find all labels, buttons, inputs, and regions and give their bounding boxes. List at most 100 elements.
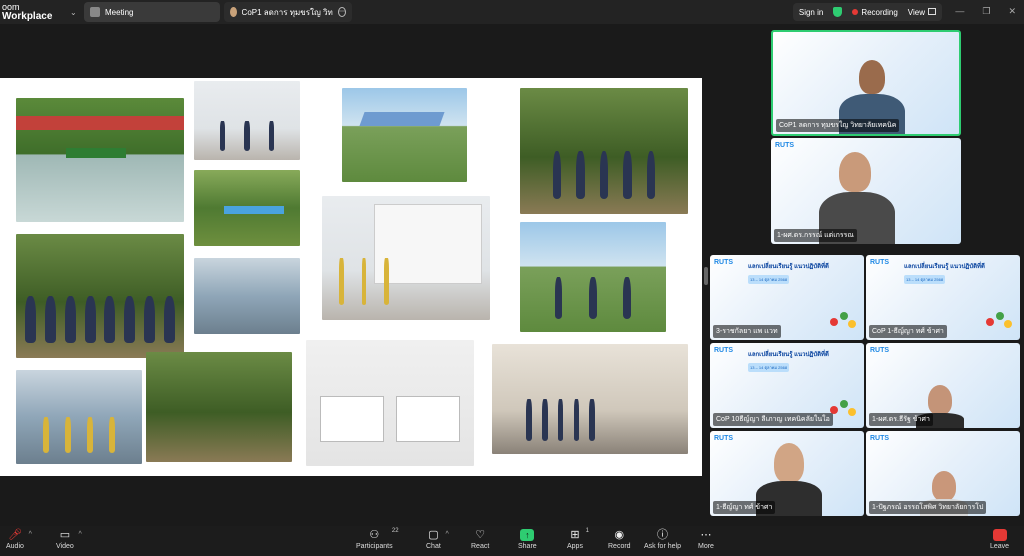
- maximize-icon[interactable]: ❐: [982, 6, 990, 17]
- photo-floating-solar: [342, 88, 467, 182]
- sign-in-button[interactable]: Sign in: [799, 8, 823, 17]
- red-roof: [16, 116, 184, 130]
- shared-screen: [0, 78, 702, 476]
- people: [21, 296, 179, 344]
- app-brand: oom Workplace: [0, 3, 70, 22]
- react-label: React: [471, 543, 490, 550]
- event-logo: RUTS: [870, 435, 890, 442]
- chat-label: Chat: [426, 543, 441, 550]
- share-button[interactable]: ↑ Share: [518, 529, 537, 550]
- leave-button[interactable]: Leave: [990, 529, 1009, 550]
- gallery-scroll-handle[interactable]: [704, 267, 708, 285]
- video-label: Video: [56, 543, 74, 550]
- audio-options-chevron-icon[interactable]: ^: [29, 531, 32, 538]
- event-date: 13 – 14 ตุลาคม 2568: [748, 275, 790, 284]
- more-button[interactable]: ⋯ More: [698, 529, 714, 550]
- help-icon: ⓘ: [656, 529, 668, 541]
- participant-name: CoP1 ลดการ ทุมขรใญ วิทยาลัยเทคนิค: [776, 119, 900, 132]
- participant-face: [928, 385, 952, 415]
- video-tile[interactable]: RUTS แลกเปลี่ยนเรียนรู้ แนวปฏิบัติที่ดี …: [710, 255, 864, 340]
- microphone-muted-icon: 🎤︎: [7, 529, 22, 541]
- photo-group-garden: [16, 234, 184, 358]
- presenters: [330, 258, 397, 306]
- record-button[interactable]: ◉ Record: [608, 529, 631, 550]
- view-button[interactable]: View: [908, 7, 936, 17]
- event-date: 13 – 14 ตุลาคม 2568: [748, 363, 790, 372]
- photo-certificates: [306, 340, 474, 466]
- participant-face: [774, 443, 804, 483]
- more-label: More: [698, 543, 714, 550]
- participant-name: 1-ปัฐภรณ์ อรรถโสพิศ วิทยาลัยการโป: [869, 501, 987, 514]
- apps-button[interactable]: ⊞ 1 Apps: [567, 528, 589, 550]
- participant-name: CoP 10ธีญ์ญา ลีเภาญ เทคนิคลัยในใอ: [713, 413, 833, 426]
- event-logo: RUTS: [870, 347, 890, 354]
- people: [210, 120, 284, 151]
- video-tile-active-speaker[interactable]: CoP1 ลดการ ทุมขรใญ วิทยาลัยเทคนิค: [771, 30, 961, 136]
- more-icon[interactable]: ⋯: [338, 7, 346, 17]
- people: [542, 277, 644, 319]
- video-camera-icon: ▭: [59, 529, 71, 541]
- avatar-icon: [230, 7, 237, 17]
- apps-label: Apps: [567, 543, 583, 550]
- view-icon: [928, 7, 936, 15]
- recording-label: Recording: [861, 7, 898, 17]
- pipe: [224, 206, 284, 214]
- tab-meeting[interactable]: Meeting: [84, 2, 220, 22]
- event-graphic: [986, 308, 1016, 330]
- event-title: แลกเปลี่ยนเรียนรู้ แนวปฏิบัติที่ดี: [748, 352, 829, 358]
- photo-lab-floor: [194, 258, 300, 334]
- event-logo: RUTS: [870, 259, 890, 266]
- chat-options-chevron-icon[interactable]: ^: [446, 531, 449, 538]
- brand-line2: Workplace: [2, 11, 53, 22]
- ask-for-help-button[interactable]: ⓘ Ask for help: [644, 529, 681, 550]
- participant-face: [932, 471, 956, 501]
- top-right-controls: Sign in Recording View: [792, 3, 942, 21]
- record-icon: ◉: [614, 529, 625, 541]
- video-tile[interactable]: RUTS แลกเปลี่ยนเรียนรู้ แนวปฏิบัติที่ดี …: [710, 343, 864, 428]
- photo-solar-pipes: [194, 170, 300, 246]
- apps-icon: ⊞: [570, 529, 580, 541]
- react-button[interactable]: ♡ React: [471, 529, 489, 550]
- video-tile[interactable]: RUTS 1-ปัฐภรณ์ อรรถโสพิศ วิทยาลัยการโป: [866, 431, 1020, 516]
- tab-meeting-chat[interactable]: CoP1 ลดการ ทุมขรใญ วิทยาลัยเทคนิค's ⋯: [224, 2, 352, 22]
- paw-icon: [90, 7, 100, 17]
- photo-solar-training: [16, 370, 142, 464]
- participant-name: 1-ผศ.ดร.ธีรัฐ ข้าศา: [869, 413, 933, 426]
- meeting-toolbar: 🎤︎ Audio ^ ▭ Video ^ ⚇ 22 Participants ▢…: [0, 526, 1024, 556]
- shield-icon[interactable]: [833, 7, 843, 17]
- photo-fountain-pond: [16, 98, 184, 222]
- chat-button[interactable]: ▢ Chat ^: [426, 529, 449, 550]
- photo-palm-field: [146, 352, 292, 462]
- event-graphic: [830, 396, 860, 418]
- event-date: 13 – 14 ตุลาคม 2568: [904, 275, 946, 284]
- event-graphic: [830, 308, 860, 330]
- participant-name: 1-ธีญ์ญา ทศ์ ข้าศา: [713, 501, 776, 514]
- photo-group-outdoor: [520, 88, 688, 214]
- audio-button[interactable]: 🎤︎ Audio ^: [6, 529, 32, 550]
- people: [521, 399, 599, 441]
- share-label: Share: [518, 543, 537, 550]
- audio-label: Audio: [6, 543, 24, 550]
- video-button[interactable]: ▭ Video ^: [56, 529, 82, 550]
- certificate-left: [320, 396, 384, 442]
- photo-classroom: [194, 81, 300, 160]
- brand-chevron-down-icon[interactable]: ⌄: [70, 8, 84, 17]
- video-options-chevron-icon[interactable]: ^: [78, 531, 81, 538]
- participant-face: [839, 152, 871, 192]
- close-icon[interactable]: ✕: [1008, 6, 1016, 17]
- participants-button[interactable]: ⚇ 22 Participants: [356, 528, 399, 550]
- leave-icon: [992, 529, 1007, 541]
- recording-indicator[interactable]: Recording: [852, 7, 898, 17]
- event-title: แลกเปลี่ยนเรียนรู้ แนวปฏิบัติที่ดี: [904, 264, 985, 270]
- sign-board: [66, 148, 126, 158]
- minimize-icon[interactable]: —: [955, 6, 964, 17]
- participant-face: [859, 60, 885, 94]
- video-tile[interactable]: RUTS แลกเปลี่ยนเรียนรู้ แนวปฏิบัติที่ดี …: [866, 255, 1020, 340]
- event-logo: RUTS: [714, 259, 734, 266]
- video-tile[interactable]: RUTS 1-ผศ.ดร.ธีรัฐ ข้าศา: [866, 343, 1020, 428]
- window-controls: — ❐ ✕: [955, 6, 1016, 17]
- participants-label: Participants: [356, 543, 393, 550]
- record-dot-icon: [852, 8, 859, 15]
- video-tile[interactable]: RUTS 1-ธีญ์ญา ทศ์ ข้าศา: [710, 431, 864, 516]
- video-tile[interactable]: RUTS 1-ผศ.ดร.กรรณ์ แต่เกรรณ: [771, 138, 961, 244]
